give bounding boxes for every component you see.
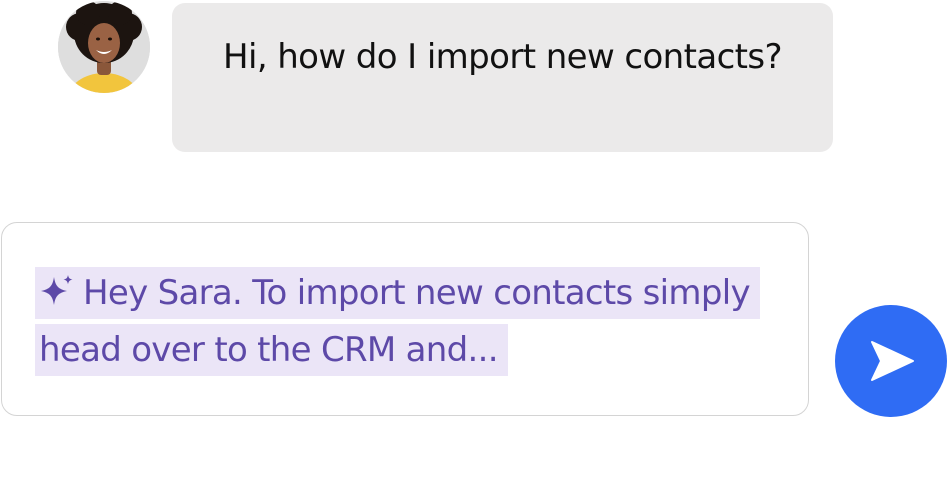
send-icon xyxy=(871,341,914,381)
sparkle-icon xyxy=(41,275,73,305)
send-button[interactable] xyxy=(835,305,947,417)
ai-draft-highlight: Hey Sara. To import new contacts simply … xyxy=(35,267,760,376)
ai-draft-text: Hey Sara. To import new contacts simply … xyxy=(39,273,751,370)
user-message-bubble: Hi, how do I import new contacts? xyxy=(172,3,833,152)
reply-composer[interactable]: Hey Sara. To import new contacts simply … xyxy=(1,222,809,416)
user-avatar xyxy=(58,1,150,93)
avatar-portrait xyxy=(58,1,150,93)
user-message-text: Hi, how do I import new contacts? xyxy=(223,37,783,77)
ai-draft-reply[interactable]: Hey Sara. To import new contacts simply … xyxy=(35,265,775,379)
